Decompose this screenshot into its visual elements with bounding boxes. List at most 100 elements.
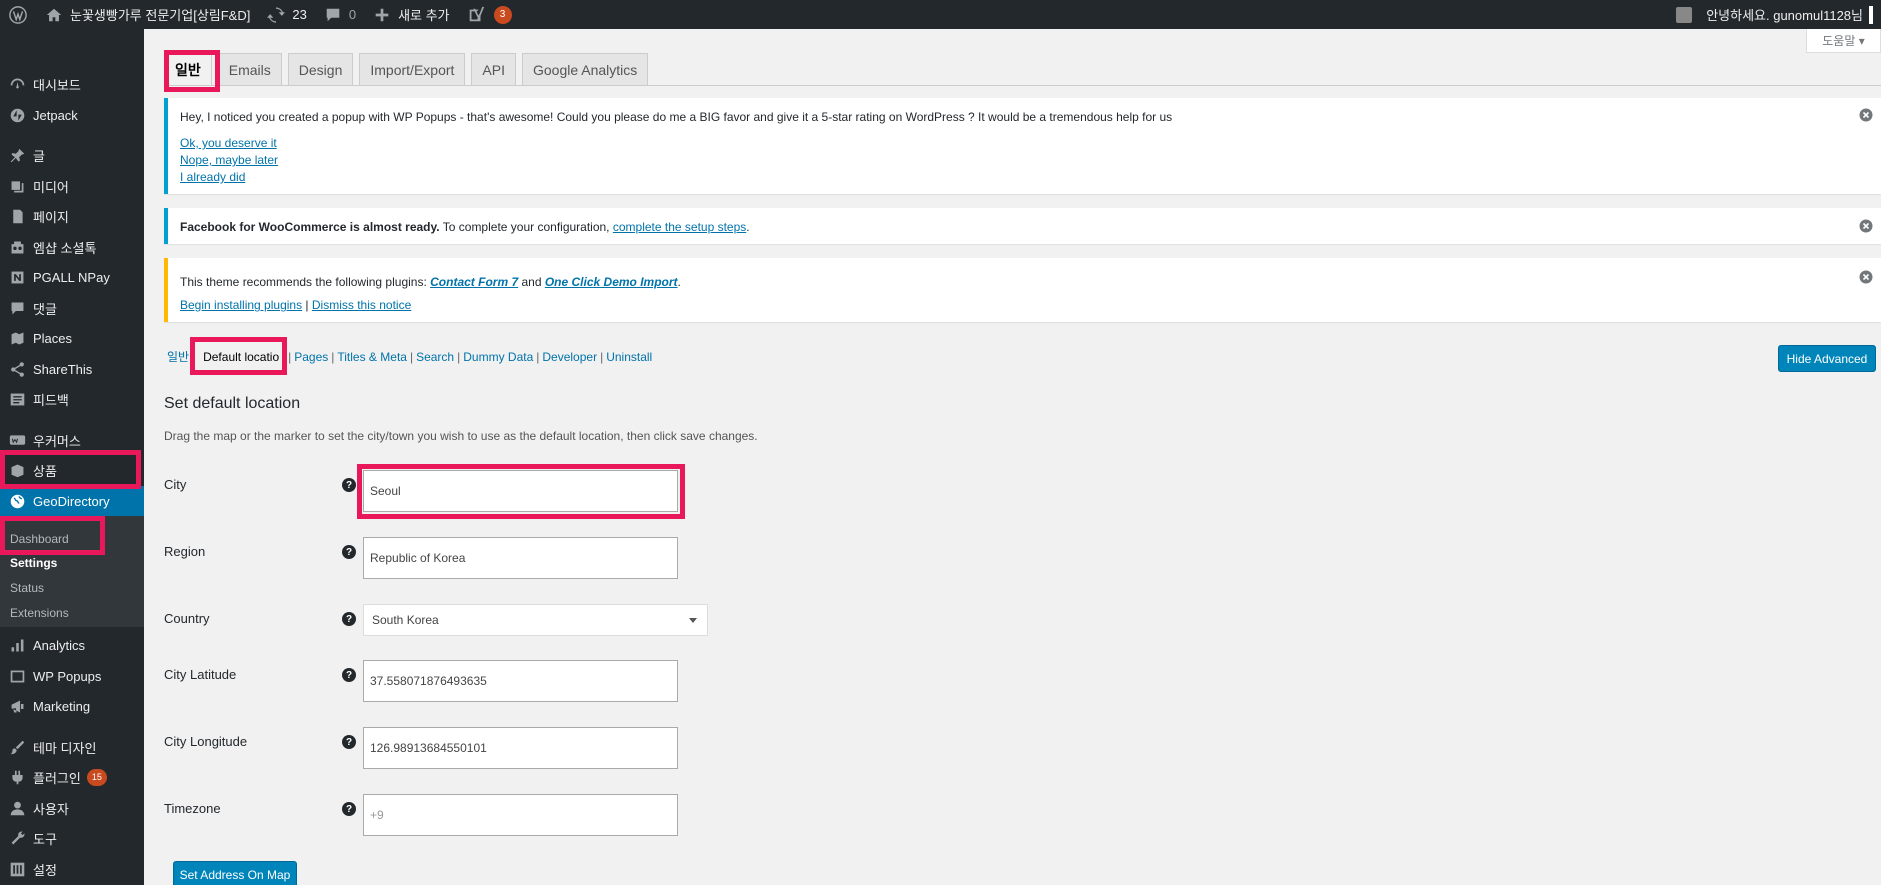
- count-badge: 15: [86, 768, 107, 786]
- longitude-input[interactable]: 126.98913684550101: [363, 727, 678, 769]
- subnav-dummy-data[interactable]: Dummy Data: [463, 350, 533, 364]
- help-icon[interactable]: ?: [342, 612, 356, 626]
- dashboard-icon: [7, 74, 27, 94]
- site-name-menu[interactable]: 눈꽃생빵가루 전문기업[상림F&D]: [36, 0, 258, 29]
- notice-bold: Facebook for WooCommerce is almost ready…: [180, 220, 440, 234]
- subnav-titles-meta[interactable]: Titles & Meta: [337, 350, 407, 364]
- sidebar-item-댓글[interactable]: 댓글: [0, 293, 144, 323]
- sidebar-item-사용자[interactable]: 사용자: [0, 793, 144, 823]
- sidebar-item-label: Places: [33, 330, 73, 346]
- sidebar-item-글[interactable]: 글: [0, 140, 144, 170]
- sidebar-item-도구[interactable]: 도구: [0, 823, 144, 853]
- site-name: 눈꽃생빵가루 전문기업[상림F&D]: [70, 8, 251, 23]
- sidebar-item-우커머스[interactable]: 우커머스: [0, 425, 144, 455]
- help-icon[interactable]: ?: [342, 478, 356, 492]
- subnav-pages[interactable]: Pages: [294, 350, 328, 364]
- submenu-extensions[interactable]: Extensions: [10, 606, 69, 620]
- city-label: City: [164, 477, 187, 492]
- sidebar-item-label: 사용자: [33, 801, 69, 817]
- one-click-demo-link[interactable]: One Click Demo Import: [545, 275, 678, 289]
- region-row: Region ? Republic of Korea: [164, 537, 1164, 587]
- tab-import-export[interactable]: Import/Export: [359, 53, 466, 85]
- contact-form-7-link[interactable]: Contact Form 7: [430, 275, 518, 289]
- submenu-dashboard[interactable]: Dashboard: [10, 532, 69, 546]
- my-account-menu[interactable]: 안녕하세요. gunomul1128님: [1668, 0, 1881, 29]
- yoast-menu[interactable]: 3: [458, 0, 520, 29]
- sidebar-item-대시보드[interactable]: 대시보드: [0, 69, 144, 99]
- dismiss-icon[interactable]: [1859, 108, 1873, 122]
- wp-logo-menu[interactable]: [0, 0, 36, 29]
- city-input[interactable]: Seoul: [363, 470, 678, 512]
- city-row: City ? Seoul: [164, 470, 1164, 520]
- longitude-row: City Longitude ? 126.98913684550101: [164, 727, 1164, 777]
- begin-installing-link[interactable]: Begin installing plugins: [180, 298, 302, 312]
- section-description: Drag the map or the marker to set the ci…: [164, 429, 758, 443]
- yoast-icon: [466, 5, 486, 25]
- sidebar-item-pgall-npay[interactable]: PGALL NPay: [0, 262, 144, 292]
- new-content-menu[interactable]: 새로 추가: [364, 0, 457, 29]
- latitude-input[interactable]: 37.558071876493635: [363, 660, 678, 702]
- places-icon: [7, 328, 27, 348]
- help-icon[interactable]: ?: [342, 735, 356, 749]
- sidebar-item-피드백[interactable]: 피드백: [0, 384, 144, 414]
- dismiss-icon[interactable]: [1859, 270, 1873, 284]
- subnav-uninstall[interactable]: Uninstall: [606, 350, 652, 364]
- subnav-default-location[interactable]: Default locatio: [203, 350, 285, 364]
- sidebar-item-marketing[interactable]: Marketing: [0, 691, 144, 721]
- submenu-status[interactable]: Status: [10, 581, 44, 595]
- help-icon[interactable]: ?: [342, 802, 356, 816]
- sidebar-item-테마-디자인[interactable]: 테마 디자인: [0, 732, 144, 762]
- hide-advanced-button[interactable]: Hide Advanced: [1778, 345, 1876, 372]
- tab-emails[interactable]: Emails: [217, 53, 282, 85]
- subnav-developer[interactable]: Developer: [542, 350, 597, 364]
- timezone-input[interactable]: +9: [363, 794, 678, 836]
- tab-google-analytics[interactable]: Google Analytics: [521, 53, 649, 85]
- sidebar-item-설정[interactable]: 설정: [0, 854, 144, 884]
- sidebar-item-label: Analytics: [33, 637, 86, 653]
- sidebar-item-label: 피드백: [33, 392, 69, 408]
- sidebar-item-jetpack[interactable]: Jetpack: [0, 100, 144, 130]
- tab-api[interactable]: API: [471, 53, 516, 85]
- user-icon: [7, 798, 27, 818]
- wordpress-logo-icon: [8, 5, 28, 25]
- tab-general[interactable]: 일반: [164, 53, 212, 85]
- sidebar-item-wp-popups[interactable]: WP Popups: [0, 661, 144, 691]
- sidebar-item-geodirectory[interactable]: GeoDirectory: [0, 486, 144, 516]
- help-tab-button[interactable]: 도움말 ▾: [1806, 29, 1881, 53]
- setup-steps-link[interactable]: complete the setup steps: [613, 220, 746, 234]
- latitude-row: City Latitude ? 37.558071876493635: [164, 660, 1164, 710]
- dismiss-icon[interactable]: [1859, 219, 1873, 233]
- sidebar-item-sharethis[interactable]: ShareThis: [0, 354, 144, 384]
- sidebar-item-상품[interactable]: 상품: [0, 455, 144, 485]
- later-link[interactable]: Nope, maybe later: [180, 153, 278, 167]
- analytics-icon: [7, 635, 27, 655]
- submenu-settings[interactable]: Settings: [10, 556, 57, 570]
- help-icon[interactable]: ?: [342, 668, 356, 682]
- npay-icon: [7, 267, 27, 287]
- subnav-search[interactable]: Search: [416, 350, 454, 364]
- set-address-on-map-button[interactable]: Set Address On Map: [173, 861, 297, 885]
- region-input[interactable]: Republic of Korea: [363, 537, 678, 579]
- updates-menu[interactable]: 23: [258, 0, 314, 29]
- sidebar-item-places[interactable]: Places: [0, 323, 144, 353]
- sidebar-item-플러그인[interactable]: 플러그인 15: [0, 762, 144, 792]
- comments-menu[interactable]: 0: [315, 0, 364, 29]
- updates-count: 23: [292, 7, 307, 22]
- rate-link[interactable]: Ok, you deserve it: [180, 136, 277, 150]
- settings-tabs: 일반 Emails Design Import/Export API Googl…: [164, 53, 654, 85]
- sidebar-item-미디어[interactable]: 미디어: [0, 171, 144, 201]
- help-icon[interactable]: ?: [342, 545, 356, 559]
- sidebar-item-label: 도구: [33, 831, 57, 847]
- sidebar-item-analytics[interactable]: Analytics: [0, 630, 144, 660]
- notice-end: .: [746, 220, 750, 234]
- sidebar-item-label: WP Popups: [33, 668, 102, 684]
- already-did-link[interactable]: I already did: [180, 170, 245, 184]
- dismiss-notice-link[interactable]: Dismiss this notice: [312, 298, 411, 312]
- country-select[interactable]: South Korea: [363, 604, 708, 636]
- facebook-woocommerce-notice: Facebook for WooCommerce is almost ready…: [164, 208, 1881, 244]
- settings-icon: [7, 859, 27, 879]
- sidebar-item-엠샵-소셜톡[interactable]: 엠샵 소셜톡: [0, 232, 144, 262]
- subnav-general[interactable]: 일반: [167, 348, 189, 365]
- tab-design[interactable]: Design: [287, 53, 354, 85]
- sidebar-item-페이지[interactable]: 페이지: [0, 201, 144, 231]
